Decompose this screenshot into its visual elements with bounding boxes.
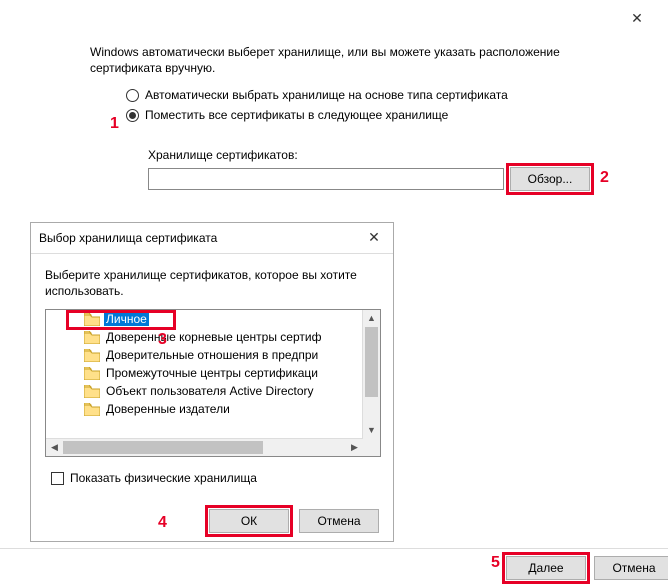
- dialog-title: Выбор хранилища сертификата: [39, 231, 217, 245]
- show-physical-label: Показать физические хранилища: [70, 471, 257, 485]
- store-field-label: Хранилище сертификатов:: [148, 148, 298, 162]
- show-physical-checkbox[interactable]: Показать физические хранилища: [51, 471, 257, 485]
- scroll-thumb[interactable]: [365, 327, 378, 397]
- tree-item[interactable]: Объект пользователя Active Directory: [46, 382, 363, 400]
- option-auto[interactable]: Автоматически выбрать хранилище на основ…: [126, 88, 508, 102]
- option-manual-label: Поместить все сертификаты в следующее хр…: [145, 108, 448, 122]
- annotation-number-5: 5: [491, 554, 500, 572]
- folder-icon: [84, 367, 100, 380]
- tree-item[interactable]: Промежуточные центры сертификаци: [46, 364, 363, 382]
- scroll-down-icon[interactable]: ▼: [363, 422, 380, 439]
- scroll-thumb[interactable]: [63, 441, 263, 454]
- checkbox-icon: [51, 472, 64, 485]
- folder-icon: [84, 331, 100, 344]
- radio-icon: [126, 89, 139, 102]
- close-icon[interactable]: ✕: [622, 6, 652, 30]
- scroll-left-icon[interactable]: ◀: [46, 439, 63, 456]
- vertical-scrollbar[interactable]: ▲ ▼: [362, 310, 380, 439]
- annotation-number-1: 1: [110, 115, 119, 133]
- folder-icon: [84, 403, 100, 416]
- folder-icon: [84, 313, 100, 326]
- store-options: Автоматически выбрать хранилище на основ…: [126, 88, 508, 128]
- tree-item-label: Доверительные отношения в предпри: [104, 348, 320, 362]
- horizontal-scrollbar[interactable]: ◀ ▶: [46, 438, 363, 456]
- tree-item-label: Доверенные издатели: [104, 402, 232, 416]
- tree-item-label: Доверенные корневые центры сертиф: [104, 330, 323, 344]
- next-button[interactable]: Далее: [506, 556, 586, 580]
- close-icon[interactable]: ✕: [359, 225, 389, 249]
- store-tree: Личное Доверенные корневые центры сертиф…: [45, 309, 381, 457]
- tree-item-label: Личное: [104, 312, 149, 326]
- browse-button[interactable]: Обзор...: [510, 167, 590, 191]
- option-manual[interactable]: Поместить все сертификаты в следующее хр…: [126, 108, 508, 122]
- divider: [31, 253, 393, 254]
- tree-item-label: Объект пользователя Active Directory: [104, 384, 316, 398]
- scroll-up-icon[interactable]: ▲: [363, 310, 380, 327]
- intro-text: Windows автоматически выберет хранилище,…: [90, 44, 610, 76]
- tree-item[interactable]: Доверенные издатели: [46, 400, 363, 418]
- dialog-instruction: Выберите хранилище сертификатов, которое…: [45, 267, 375, 299]
- cancel-button[interactable]: Отмена: [299, 509, 379, 533]
- radio-icon: [126, 109, 139, 122]
- folder-icon: [84, 385, 100, 398]
- option-auto-label: Автоматически выбрать хранилище на основ…: [145, 88, 508, 102]
- annotation-number-2: 2: [600, 169, 609, 187]
- tree-viewport: Личное Доверенные корневые центры сертиф…: [46, 310, 363, 439]
- tree-item[interactable]: Доверительные отношения в предпри: [46, 346, 363, 364]
- tree-item-label: Промежуточные центры сертификаци: [104, 366, 320, 380]
- wizard-cancel-button[interactable]: Отмена: [594, 556, 668, 580]
- store-input[interactable]: [148, 168, 504, 190]
- folder-icon: [84, 349, 100, 362]
- ok-button[interactable]: ОК: [209, 509, 289, 533]
- scrollbar-corner: [363, 439, 380, 456]
- divider: [0, 548, 668, 549]
- tree-item[interactable]: Доверенные корневые центры сертиф: [46, 328, 363, 346]
- cert-import-wizard-page: ✕ Windows автоматически выберет хранилищ…: [0, 0, 668, 586]
- select-store-dialog: Выбор хранилища сертификата ✕ Выберите х…: [30, 222, 394, 542]
- scroll-right-icon[interactable]: ▶: [346, 439, 363, 456]
- tree-item-personal[interactable]: Личное: [46, 310, 363, 328]
